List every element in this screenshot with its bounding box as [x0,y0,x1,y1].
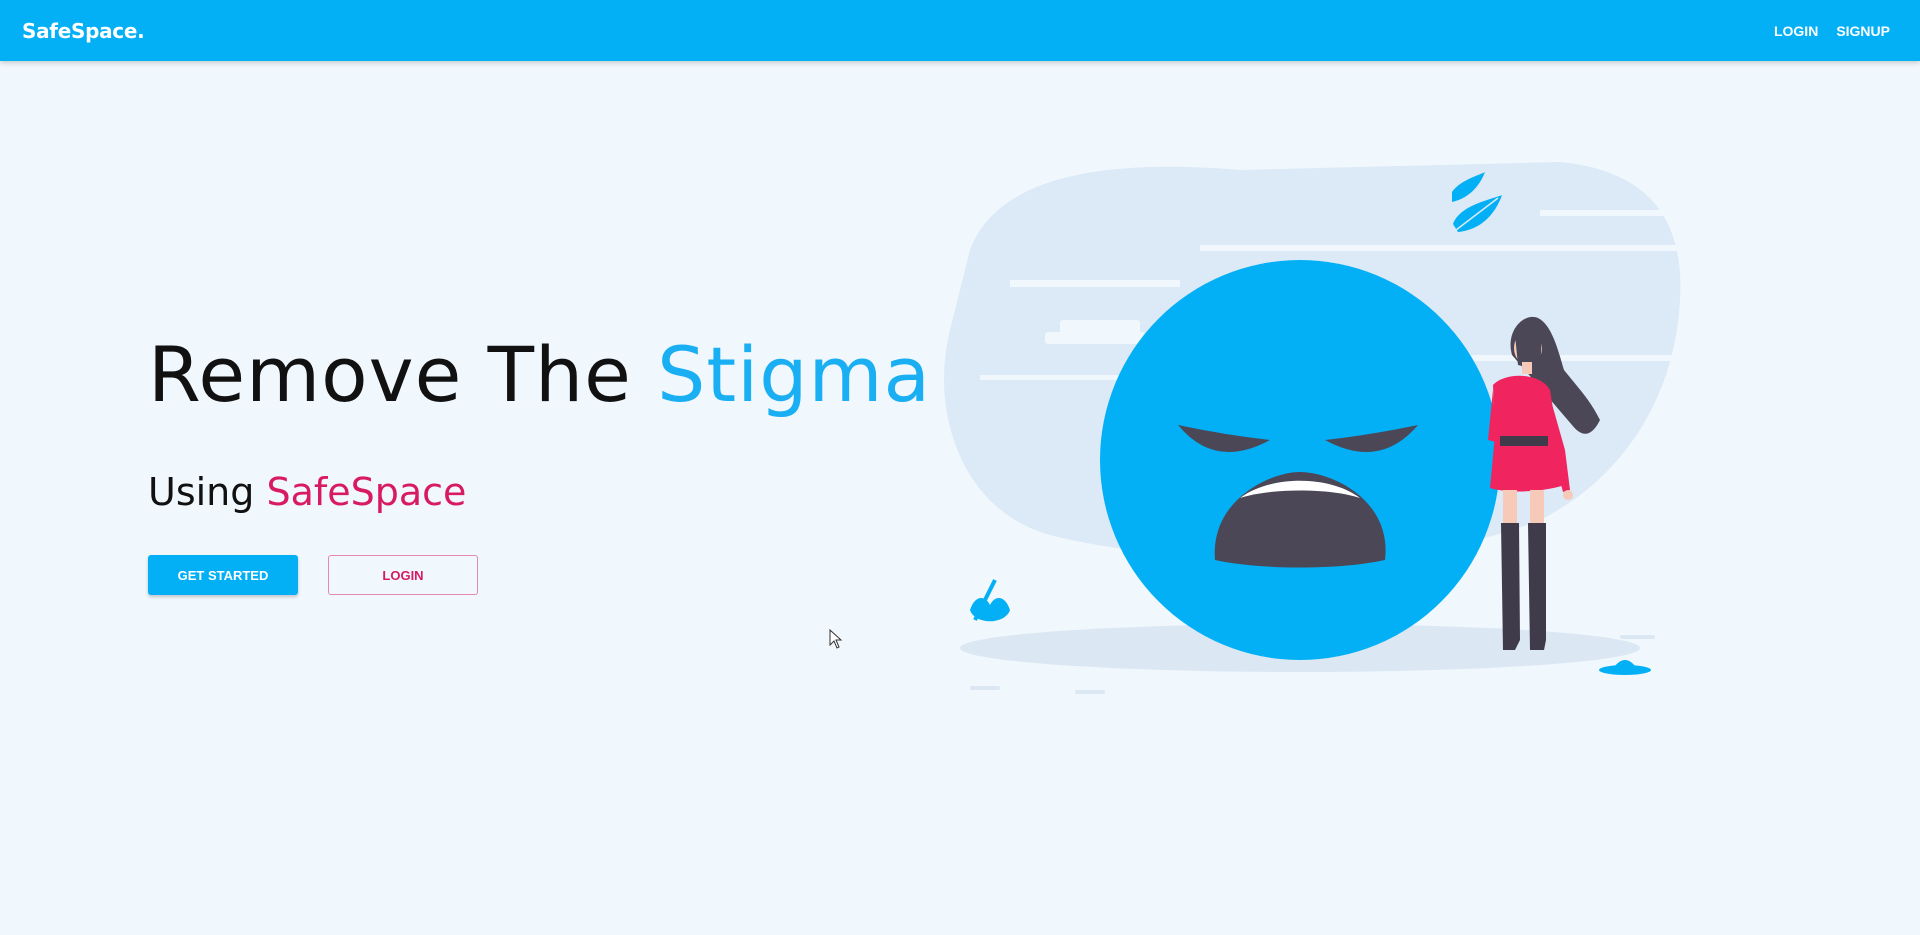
plant-icon [970,579,1010,622]
nav-links: LOGIN SIGNUP [1774,23,1890,39]
top-navbar: SafeSpace. LOGIN SIGNUP [0,0,1920,61]
brand-logo[interactable]: SafeSpace. [22,19,145,43]
hero-title-main: Remove The [148,330,658,419]
plant-icon-right [1599,660,1651,675]
hero-subtitle-brand: SafeSpace [266,470,467,514]
get-started-button[interactable]: GET STARTED [148,555,298,595]
sad-face-icon [1100,260,1500,660]
hero-illustration [944,162,1681,694]
nav-signup-link[interactable]: SIGNUP [1836,23,1890,39]
nav-login-link[interactable]: LOGIN [1774,23,1818,39]
hero-title: Remove The Stigma [148,330,931,419]
mouse-cursor-icon [829,629,843,649]
hero-subtitle-prefix: Using [148,470,267,514]
hero-title-accent: Stigma [657,330,932,419]
hero-subtitle: Using SafeSpace [148,470,466,514]
login-button[interactable]: LOGIN [328,555,478,595]
